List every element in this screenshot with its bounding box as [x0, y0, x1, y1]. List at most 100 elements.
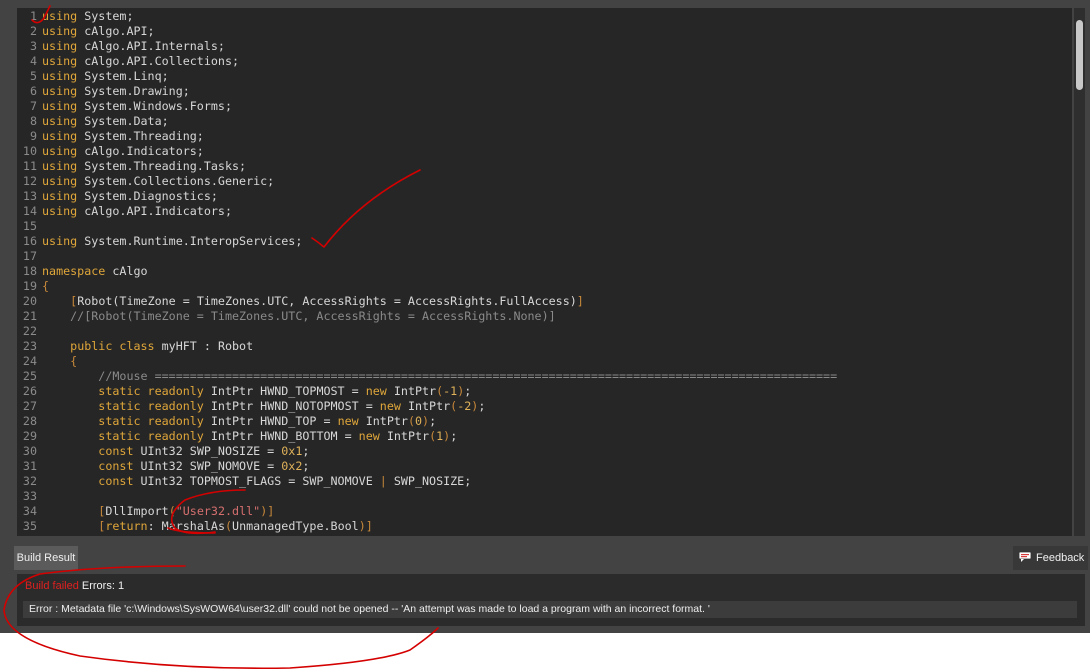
- code-line[interactable]: 17: [17, 249, 1072, 264]
- code-line[interactable]: 11 using System.Threading.Tasks;: [17, 159, 1072, 174]
- code-line[interactable]: 19 {: [17, 279, 1072, 294]
- line-number: 30: [22, 444, 37, 458]
- code-line[interactable]: 35 [return: MarshalAs(UnmanagedType.Bool…: [17, 519, 1072, 534]
- line-number: 25: [22, 369, 37, 383]
- error-row[interactable]: Error : Metadata file 'c:\Windows\SysWOW…: [23, 601, 1077, 618]
- code-token: IntPtr HWND_BOTTOM =: [203, 429, 359, 443]
- code-line[interactable]: 14 using cAlgo.API.Indicators;: [17, 204, 1072, 219]
- code-token: ;: [450, 429, 458, 443]
- code-token: ;: [478, 399, 486, 413]
- line-number: 15: [22, 219, 37, 233]
- code-token: 0x2: [281, 459, 303, 473]
- code-line[interactable]: 33: [17, 489, 1072, 504]
- code-line[interactable]: 27 static readonly IntPtr HWND_NOTOPMOST…: [17, 399, 1072, 414]
- code-token: : MarshalAs: [147, 519, 225, 533]
- code-lines: 1 using System; 2 using cAlgo.API; 3 using cA…: [17, 9, 1072, 534]
- code-line[interactable]: 24 {: [17, 354, 1072, 369]
- code-token: static readonly: [98, 384, 204, 398]
- code-token: cAlgo.API;: [77, 24, 155, 38]
- code-token: "User32.dll": [175, 504, 261, 518]
- line-number: 16: [22, 234, 37, 248]
- code-line[interactable]: 12 using System.Collections.Generic;: [17, 174, 1072, 189]
- errors-count: Errors: 1: [81, 580, 125, 592]
- line-number: 33: [22, 489, 37, 503]
- code-token: using: [42, 24, 78, 38]
- code-line[interactable]: 16 using System.Runtime.InteropServices;: [17, 234, 1072, 249]
- code-line[interactable]: 21 //[Robot(TimeZone = TimeZones.UTC, Ac…: [17, 309, 1072, 324]
- tab-build-result[interactable]: Build Result: [14, 546, 78, 570]
- line-number: 6: [29, 84, 37, 98]
- code-token: using: [42, 114, 78, 128]
- code-line[interactable]: 22: [17, 324, 1072, 339]
- feedback-button[interactable]: Feedback: [1013, 546, 1088, 570]
- code-token: //[Robot(TimeZone = TimeZones.UTC, Acces…: [42, 309, 556, 323]
- scrollbar-thumb[interactable]: [1076, 20, 1083, 90]
- code-line[interactable]: 25 //Mouse =============================…: [17, 369, 1072, 384]
- code-line[interactable]: 5 using System.Linq;: [17, 69, 1072, 84]
- code-line[interactable]: 32 const UInt32 TOPMOST_FLAGS = SWP_NOMO…: [17, 474, 1072, 489]
- code-token: using: [42, 204, 78, 218]
- line-number: 32: [22, 474, 37, 488]
- code-token: static readonly: [98, 429, 204, 443]
- code-line[interactable]: 15: [17, 219, 1072, 234]
- line-number: 23: [22, 339, 37, 353]
- code-token: const: [98, 444, 134, 458]
- code-line[interactable]: 30 const UInt32 SWP_NOSIZE = 0x1;: [17, 444, 1072, 459]
- code-token: -2: [457, 399, 472, 413]
- code-line[interactable]: 10 using cAlgo.Indicators;: [17, 144, 1072, 159]
- code-line[interactable]: 7 using System.Windows.Forms;: [17, 99, 1072, 114]
- line-number: 2: [29, 24, 37, 38]
- code-line[interactable]: 6 using System.Drawing;: [17, 84, 1072, 99]
- code-line[interactable]: 9 using System.Threading;: [17, 129, 1072, 144]
- code-token: ;: [302, 459, 310, 473]
- code-token: using: [42, 39, 78, 53]
- code-token: using: [42, 189, 78, 203]
- line-number: 14: [22, 204, 37, 218]
- code-line[interactable]: 2 using cAlgo.API;: [17, 24, 1072, 39]
- code-token: System.Runtime.InteropServices;: [77, 234, 303, 248]
- line-number: 19: [22, 279, 37, 293]
- code-line[interactable]: 23 public class myHFT : Robot: [17, 339, 1072, 354]
- code-token: cAlgo.Indicators;: [77, 144, 204, 158]
- code-line[interactable]: 8 using System.Data;: [17, 114, 1072, 129]
- code-token: //Mouse ================================…: [42, 369, 838, 383]
- code-line[interactable]: 1 using System;: [17, 9, 1072, 24]
- code-token: |: [379, 474, 387, 488]
- line-number: 11: [22, 159, 37, 173]
- code-line[interactable]: 31 const UInt32 SWP_NOMOVE = 0x2;: [17, 459, 1072, 474]
- code-token: UInt32 SWP_NOMOVE =: [133, 459, 282, 473]
- code-line[interactable]: 4 using cAlgo.API.Collections;: [17, 54, 1072, 69]
- line-number: 29: [22, 429, 37, 443]
- code-line[interactable]: 3 using cAlgo.API.Internals;: [17, 39, 1072, 54]
- line-number: 4: [29, 54, 37, 68]
- error-message: Error : Metadata file 'c:\Windows\SysWOW…: [29, 603, 710, 615]
- editor-vertical-scrollbar[interactable]: [1074, 8, 1085, 536]
- code-line[interactable]: 26 static readonly IntPtr HWND_TOPMOST =…: [17, 384, 1072, 399]
- code-line[interactable]: 29 static readonly IntPtr HWND_BOTTOM = …: [17, 429, 1072, 444]
- code-token: DllImport: [105, 504, 169, 518]
- code-line[interactable]: 20 [Robot(TimeZone = TimeZones.UTC, Acce…: [17, 294, 1072, 309]
- feedback-label: Feedback: [1036, 552, 1085, 564]
- code-token: System.Threading;: [77, 129, 204, 143]
- code-token: using: [42, 234, 78, 248]
- code-line[interactable]: 28 static readonly IntPtr HWND_TOP = new…: [17, 414, 1072, 429]
- code-token: new: [365, 384, 387, 398]
- code-token: System.Diagnostics;: [77, 189, 218, 203]
- line-number: 3: [29, 39, 37, 53]
- code-line[interactable]: 34 [DllImport("User32.dll")]: [17, 504, 1072, 519]
- code-token: ]: [576, 294, 584, 308]
- code-line[interactable]: 13 using System.Diagnostics;: [17, 189, 1072, 204]
- code-token: (: [224, 519, 233, 533]
- code-line[interactable]: 18 namespace cAlgo: [17, 264, 1072, 279]
- code-editor[interactable]: 1 using System; 2 using cAlgo.API; 3 using cA…: [17, 8, 1072, 536]
- code-token: cAlgo.API.Internals;: [77, 39, 225, 53]
